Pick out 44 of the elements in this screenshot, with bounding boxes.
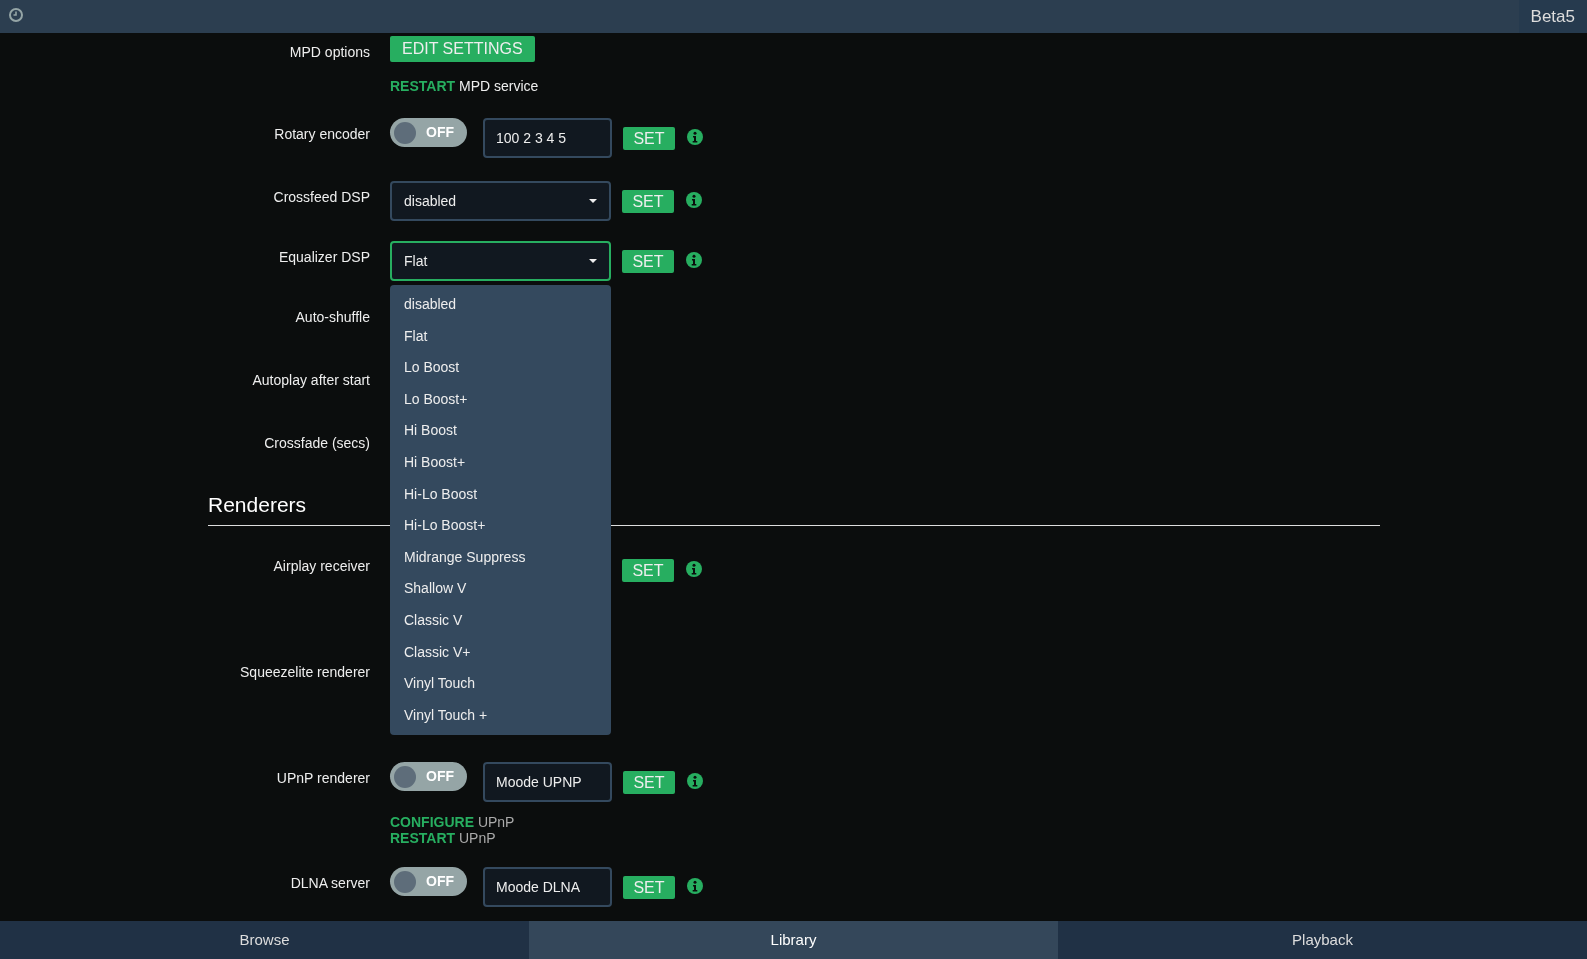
dropdown-option[interactable]: Classic V [390, 604, 611, 637]
setting-label: Crossfeed DSP [272, 188, 370, 207]
nav-tab[interactable]: Library [529, 921, 1058, 959]
dropdown-select[interactable]: Flat [390, 241, 611, 281]
text-input[interactable]: 100 2 3 4 5 [483, 118, 612, 158]
setting-label: MPD options [288, 43, 370, 62]
nav-tab[interactable]: Playback [1058, 921, 1587, 959]
link-text: RESTART UPnP [390, 830, 497, 847]
info-icon[interactable] [687, 773, 703, 790]
dropdown-option[interactable]: Hi-Lo Boost [390, 478, 611, 511]
setting-label: Crossfade (secs) [263, 434, 370, 453]
version-label: Beta5 [1518, 0, 1587, 33]
info-icon[interactable] [686, 561, 702, 578]
info-icon[interactable] [687, 129, 703, 145]
dropdown-option[interactable]: Shallow V [390, 573, 611, 605]
dropdown-option[interactable]: Classic V+ [390, 636, 611, 669]
info-icon[interactable] [687, 878, 703, 895]
info-icon[interactable] [686, 192, 702, 208]
dropdown-option[interactable]: Hi Boost+ [390, 446, 611, 479]
setting-label: DLNA server [289, 874, 370, 894]
link-text: RESTART MPD service [390, 78, 539, 94]
dropdown-option[interactable]: Vinyl Touch + [390, 699, 611, 732]
dropdown-option[interactable]: disabled [390, 289, 611, 321]
dropdown-option[interactable]: Lo Boost [390, 352, 611, 384]
dropdown-option[interactable]: Midrange Suppress [390, 541, 611, 574]
setting-label: Equalizer DSP [277, 248, 370, 267]
nav-tab[interactable]: Browse [0, 921, 529, 959]
setting-label: UPnP renderer [275, 769, 370, 789]
setting-label: Rotary encoder [273, 125, 370, 144]
info-icon[interactable] [686, 252, 702, 268]
clock-icon[interactable] [9, 8, 23, 22]
link-text: CONFIGURE UPnP [390, 814, 516, 831]
dropdown-option[interactable]: Lo Boost+ [390, 383, 611, 416]
setting-label: Airplay receiver [272, 557, 370, 577]
text-input[interactable]: Moode DLNA [483, 867, 612, 908]
dropdown-option[interactable]: Vinyl Touch [390, 668, 611, 700]
setting-label: Squeezelite renderer [239, 663, 370, 683]
dropdown-select[interactable]: disabled [390, 181, 611, 221]
dropdown-option[interactable]: Hi Boost [390, 415, 611, 447]
text-input[interactable]: Moode UPNP [483, 762, 612, 803]
dropdown-option[interactable]: Hi-Lo Boost+ [390, 510, 611, 542]
dropdown-option[interactable]: Flat [390, 320, 611, 353]
setting-label: Auto-shuffle [294, 308, 370, 327]
setting-label: Autoplay after start [251, 371, 370, 390]
